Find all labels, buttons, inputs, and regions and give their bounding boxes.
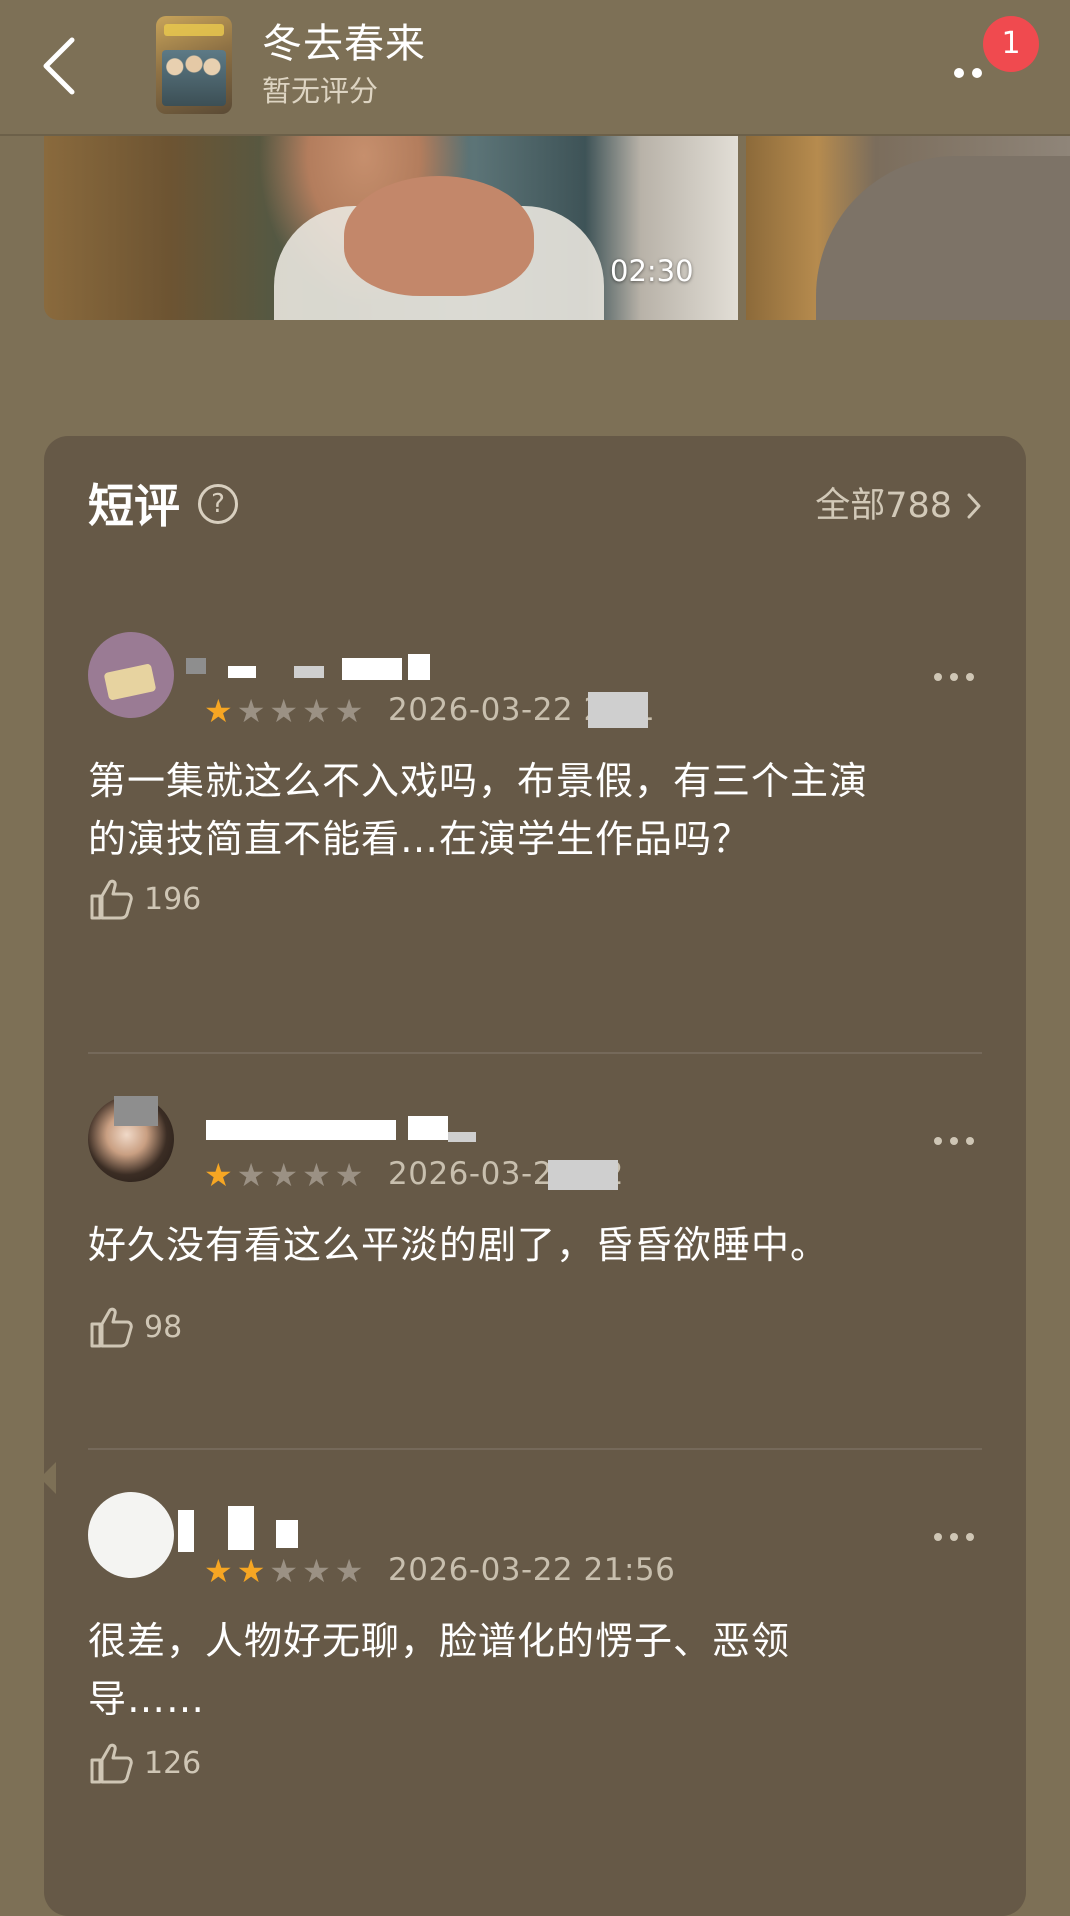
- star-empty-icon: ★: [334, 1156, 364, 1194]
- dot-icon: [966, 1533, 974, 1541]
- star-empty-icon: ★: [302, 1156, 331, 1194]
- help-icon[interactable]: ?: [198, 484, 238, 524]
- thumbs-up-icon: [90, 1307, 133, 1348]
- avatar[interactable]: [88, 632, 174, 718]
- star-filled-icon: ★: [204, 1156, 233, 1194]
- redacted-username: [206, 1120, 396, 1140]
- chevron-left-icon: [43, 37, 75, 95]
- star-empty-icon: ★: [236, 1156, 266, 1194]
- star-empty-icon: ★: [302, 692, 331, 730]
- review-more-button[interactable]: [926, 1126, 982, 1156]
- star-empty-icon: ★: [269, 1156, 299, 1194]
- thumbs-up-icon: [90, 879, 133, 920]
- star-empty-icon: ★: [334, 692, 364, 730]
- short-reviews-card: 短评 ? 全部788 ★ ★ ★ ★ ★ 2026-03-22 20:1 第一集就这么不…: [44, 436, 1026, 1916]
- redacted-username: [276, 1520, 298, 1548]
- star-empty-icon: ★: [236, 692, 266, 730]
- review-text-line: 第一集就这么不入戏吗，布景假，有三个主演: [88, 759, 869, 803]
- divider: [88, 1448, 982, 1450]
- photo-thumbnail[interactable]: [746, 136, 1070, 320]
- review-text-line: 的演技简直不能看…在演学生作品吗？: [88, 817, 752, 861]
- review-text-line: 好久没有看这么平淡的剧了，昏昏欲睡中。: [88, 1223, 830, 1267]
- dot-icon: [934, 673, 942, 681]
- dot-icon: [934, 1137, 942, 1145]
- section-header: 短评 ? 全部788: [88, 476, 982, 536]
- video-duration: 02:30: [610, 254, 694, 288]
- review-text: 好久没有看这么平淡的剧了，昏昏欲睡中。: [88, 1216, 982, 1274]
- star-filled-icon: ★: [236, 1552, 266, 1590]
- dot-icon: [950, 673, 958, 681]
- thumbs-up-icon: [90, 1743, 133, 1784]
- all-reviews-link[interactable]: 全部788: [815, 482, 982, 530]
- review-text: 第一集就这么不入戏吗，布景假，有三个主演 的演技简直不能看…在演学生作品吗？: [88, 752, 982, 868]
- show-title: 冬去春来: [262, 21, 426, 67]
- dot-icon: [950, 1533, 958, 1541]
- review-more-button[interactable]: [926, 1522, 982, 1552]
- redacted-username: [228, 666, 256, 678]
- dot-icon: [966, 673, 974, 681]
- rating-status: 暂无评分: [262, 74, 379, 108]
- star-empty-icon: ★: [334, 1552, 364, 1590]
- more-dot-icon: [972, 68, 982, 78]
- like-count: 196: [144, 881, 202, 917]
- review-item: ★ ★ ★ ★ ★ 2026-03-22 22 好久没有看这么平淡的剧了，昏昏欲睡中。 …: [88, 1096, 982, 1396]
- notification-badge[interactable]: 1: [983, 16, 1039, 72]
- review-text: 很差，人物好无聊，脸谱化的愣子、恶领 导……: [88, 1612, 982, 1728]
- redacted-avatar-face: [114, 1096, 158, 1126]
- dot-icon: [966, 1137, 974, 1145]
- thumbnail-neck: [344, 176, 534, 296]
- redacted-timestamp: [588, 692, 648, 728]
- review-item: ★ ★ ★ ★ ★ 2026-03-22 21:56 很差，人物好无聊，脸谱化的愣子、恶…: [88, 1492, 982, 1872]
- poster-cast-art: [162, 50, 226, 106]
- more-dot-icon: [954, 68, 964, 78]
- all-reviews-label: 全部788: [815, 486, 952, 526]
- redacted-username: [408, 1116, 448, 1140]
- section-title: 短评: [88, 479, 180, 533]
- review-date: 2026-03-22 21:56: [388, 1552, 676, 1588]
- dot-icon: [934, 1533, 942, 1541]
- chevron-right-icon: [967, 493, 981, 519]
- like-button[interactable]: 98: [88, 1304, 182, 1350]
- poster-title-art: [164, 24, 224, 36]
- redacted-username: [228, 1506, 254, 1550]
- divider: [88, 1052, 982, 1054]
- video-thumbnail[interactable]: 02:30: [44, 136, 738, 320]
- like-button[interactable]: 196: [88, 876, 201, 922]
- star-empty-icon: ★: [269, 692, 299, 730]
- star-empty-icon: ★: [302, 1552, 331, 1590]
- star-filled-icon: ★: [204, 692, 233, 730]
- video-strip: 02:30: [44, 136, 1070, 320]
- review-more-button[interactable]: [926, 662, 982, 692]
- review-item: ★ ★ ★ ★ ★ 2026-03-22 20:1 第一集就这么不入戏吗，布景假，有三个…: [88, 632, 982, 992]
- redacted-username: [342, 658, 402, 680]
- redacted-username: [186, 658, 206, 674]
- redacted-timestamp: [548, 1160, 618, 1190]
- redacted-username: [178, 1510, 194, 1552]
- review-text-line: 很差，人物好无聊，脸谱化的愣子、恶领: [88, 1619, 791, 1663]
- like-button[interactable]: 126: [88, 1740, 201, 1786]
- back-button[interactable]: [30, 30, 86, 102]
- top-bar: 冬去春来 暂无评分 1: [0, 0, 1070, 136]
- redacted-username: [408, 654, 430, 680]
- show-poster[interactable]: [156, 16, 232, 114]
- dot-icon: [950, 1137, 958, 1145]
- thumbnail-tee: [816, 156, 1070, 320]
- star-empty-icon: ★: [269, 1552, 299, 1590]
- redacted-username: [448, 1132, 476, 1142]
- star-rating: ★ ★ ★ ★ ★: [204, 1554, 363, 1588]
- review-text-line: 导……: [88, 1677, 206, 1721]
- avatar[interactable]: [88, 1492, 174, 1578]
- star-rating: ★ ★ ★ ★ ★: [204, 1158, 363, 1192]
- floating-edge-tab[interactable]: [40, 1462, 56, 1494]
- redacted-username: [294, 666, 324, 678]
- star-filled-icon: ★: [204, 1552, 233, 1590]
- like-count: 98: [144, 1309, 183, 1345]
- like-count: 126: [144, 1745, 202, 1781]
- avatar-art: [103, 663, 157, 701]
- star-rating: ★ ★ ★ ★ ★: [204, 694, 363, 728]
- title-block: 冬去春来 暂无评分: [262, 18, 426, 110]
